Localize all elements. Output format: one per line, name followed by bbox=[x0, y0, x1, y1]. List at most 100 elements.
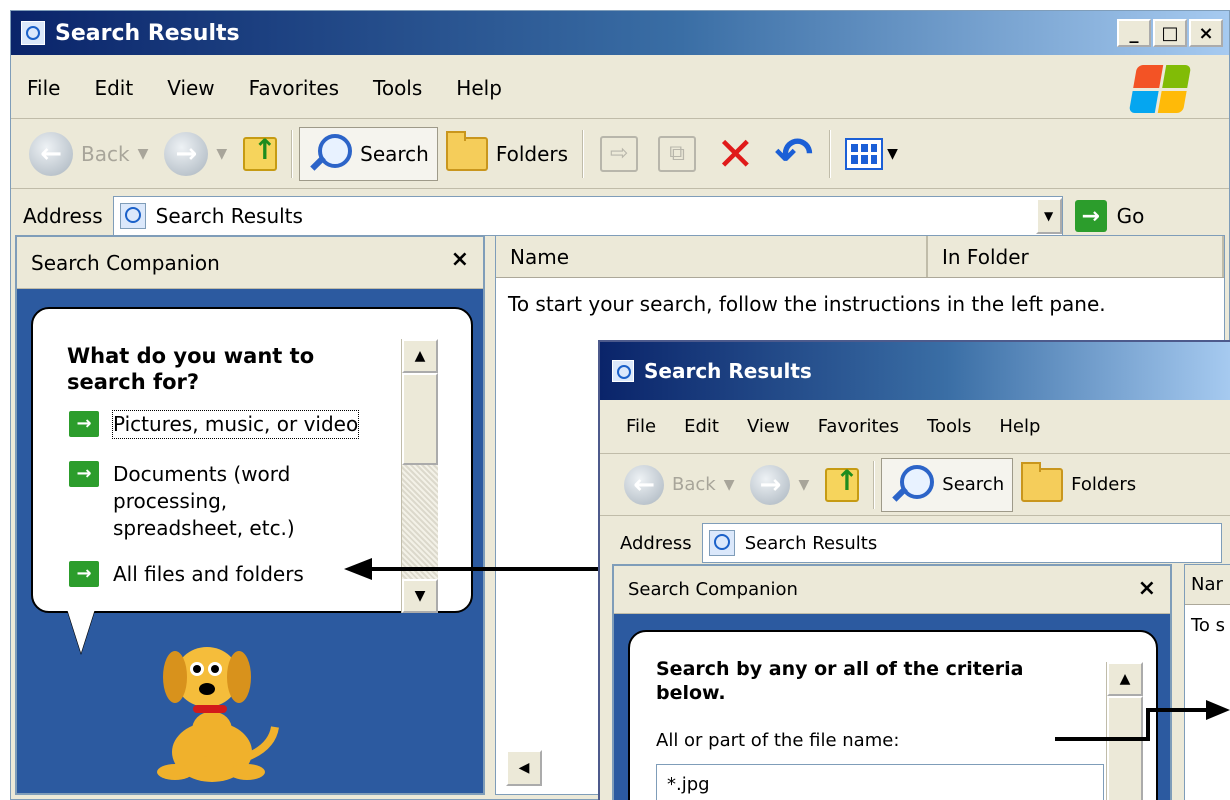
views-icon[interactable] bbox=[845, 137, 884, 170]
go-button[interactable]: → Go bbox=[1074, 200, 1144, 232]
scroll-thumb[interactable] bbox=[1107, 696, 1143, 800]
filename-input[interactable]: *.jpg bbox=[656, 764, 1104, 800]
back-dropdown-icon[interactable]: ▼ bbox=[138, 146, 149, 162]
close-companion-button[interactable]: × bbox=[1138, 576, 1156, 601]
address-label: Address bbox=[620, 532, 692, 554]
close-button[interactable]: × bbox=[1189, 19, 1223, 47]
copy-to-icon[interactable]: ⧉ bbox=[658, 135, 697, 172]
green-arrow-icon: → bbox=[69, 411, 99, 437]
up-folder-icon bbox=[825, 464, 860, 502]
maximize-button[interactable]: □ bbox=[1153, 19, 1187, 47]
back-button[interactable]: ← Back ▼ bbox=[616, 458, 742, 512]
menu-bar: File Edit View Favorites Tools Help bbox=[600, 400, 1230, 454]
go-arrow-icon: → bbox=[1074, 200, 1107, 232]
folders-label: Folders bbox=[1071, 474, 1137, 495]
back-button[interactable]: ← Back ▼ bbox=[21, 127, 156, 181]
delete-icon[interactable]: ✕ bbox=[716, 131, 755, 177]
menu-help[interactable]: Help bbox=[456, 76, 502, 100]
up-folder-icon bbox=[243, 133, 278, 171]
scroll-thumb[interactable] bbox=[402, 373, 438, 465]
search-button[interactable]: Search bbox=[881, 457, 1014, 512]
views-dropdown-icon[interactable]: ▼ bbox=[887, 146, 898, 162]
green-arrow-icon: → bbox=[69, 561, 99, 587]
folders-label: Folders bbox=[495, 141, 569, 166]
back-dropdown-icon[interactable]: ▼ bbox=[724, 477, 735, 493]
results-list: Nar To s bbox=[1184, 564, 1230, 800]
column-headers: Nar bbox=[1185, 565, 1230, 605]
search-question: What do you want to search for? bbox=[67, 344, 315, 395]
menu-view[interactable]: View bbox=[167, 76, 214, 100]
balloon-scrollbar[interactable]: ▲ ▼ bbox=[401, 339, 438, 613]
search-companion-header: Search Companion × bbox=[17, 237, 483, 289]
window-title: Search Results bbox=[55, 20, 240, 46]
empty-results-message: To s bbox=[1191, 615, 1226, 636]
address-bar: Address Search Results bbox=[600, 518, 1230, 568]
move-to-icon[interactable]: ⇨ bbox=[600, 135, 639, 172]
column-name[interactable]: Name bbox=[496, 236, 928, 277]
title-bar[interactable]: Search Results bbox=[600, 342, 1230, 400]
windows-logo-icon bbox=[1128, 65, 1192, 113]
up-folder-button[interactable] bbox=[817, 458, 867, 512]
address-field[interactable]: Search Results bbox=[701, 523, 1222, 563]
scroll-left-icon[interactable]: ◀ bbox=[506, 750, 542, 786]
search-icon bbox=[308, 132, 353, 176]
close-companion-button[interactable]: × bbox=[451, 247, 469, 272]
forward-button[interactable]: → ▼ bbox=[156, 127, 235, 181]
search-companion-pane: Search Companion × What do you want to s… bbox=[15, 235, 485, 795]
search-companion-title: Search Companion bbox=[31, 250, 220, 275]
balloon-tail bbox=[67, 609, 95, 653]
column-name[interactable]: Nar bbox=[1185, 565, 1223, 604]
scroll-down-icon[interactable]: ▼ bbox=[402, 579, 438, 613]
menu-edit[interactable]: Edit bbox=[94, 76, 133, 100]
address-value: Search Results bbox=[155, 204, 303, 228]
menu-file[interactable]: File bbox=[626, 416, 656, 437]
option-all-files[interactable]: → All files and folders bbox=[69, 561, 304, 588]
title-bar[interactable]: Search Results _ □ × bbox=[11, 11, 1229, 55]
forward-dropdown-icon[interactable]: ▼ bbox=[798, 477, 809, 493]
balloon-scrollbar[interactable]: ▲ bbox=[1106, 662, 1143, 800]
back-arrow-icon: ← bbox=[29, 131, 73, 176]
toolbar-separator bbox=[291, 129, 294, 178]
menu-view[interactable]: View bbox=[747, 416, 790, 437]
undo-icon[interactable]: ↶ bbox=[775, 131, 814, 177]
search-label: Search bbox=[360, 141, 429, 166]
back-label: Back bbox=[672, 474, 716, 495]
menu-tools[interactable]: Tools bbox=[373, 76, 422, 100]
search-page-icon bbox=[708, 530, 735, 556]
menu-tools[interactable]: Tools bbox=[927, 416, 971, 437]
folders-button[interactable]: Folders bbox=[438, 127, 576, 181]
option-pictures[interactable]: → Pictures, music, or video bbox=[69, 410, 360, 439]
speech-balloon: What do you want to search for? → Pictur… bbox=[31, 307, 473, 613]
caption-buttons: _ □ × bbox=[1117, 19, 1223, 47]
up-folder-button[interactable] bbox=[235, 127, 285, 181]
forward-dropdown-icon[interactable]: ▼ bbox=[216, 146, 227, 162]
search-results-window-zoomed: Search Results File Edit View Favorites … bbox=[598, 340, 1230, 800]
address-field[interactable]: Search Results ▼ bbox=[112, 196, 1063, 236]
search-dog-icon[interactable] bbox=[137, 617, 287, 787]
folders-button[interactable]: Folders bbox=[1013, 458, 1144, 512]
scroll-up-icon[interactable]: ▲ bbox=[1107, 662, 1143, 696]
search-results-icon bbox=[612, 360, 634, 382]
option-documents[interactable]: → Documents (word processing, spreadshee… bbox=[69, 461, 319, 542]
search-label: Search bbox=[942, 474, 1005, 495]
column-in-folder[interactable]: In Folder bbox=[928, 236, 1224, 277]
menu-edit[interactable]: Edit bbox=[684, 416, 719, 437]
menu-file[interactable]: File bbox=[27, 76, 60, 100]
filename-label: All or part of the file name: bbox=[656, 730, 900, 751]
menu-favorites[interactable]: Favorites bbox=[249, 76, 339, 100]
forward-button[interactable]: → ▼ bbox=[742, 458, 817, 512]
address-bar: Address Search Results ▼ → Go bbox=[11, 191, 1229, 241]
empty-results-message: To start your search, follow the instruc… bbox=[508, 292, 1106, 316]
minimize-button[interactable]: _ bbox=[1117, 19, 1151, 47]
forward-arrow-icon: → bbox=[750, 464, 791, 505]
search-button[interactable]: Search bbox=[299, 126, 438, 181]
search-results-icon bbox=[21, 21, 45, 45]
folder-icon bbox=[445, 130, 488, 171]
menu-favorites[interactable]: Favorites bbox=[818, 416, 899, 437]
window-title: Search Results bbox=[644, 359, 812, 383]
menu-help[interactable]: Help bbox=[999, 416, 1040, 437]
speech-balloon: Search by any or all of the criteria bel… bbox=[628, 630, 1158, 800]
scroll-up-icon[interactable]: ▲ bbox=[402, 339, 438, 373]
address-dropdown-icon[interactable]: ▼ bbox=[1035, 198, 1062, 234]
scroll-track[interactable] bbox=[402, 465, 438, 579]
